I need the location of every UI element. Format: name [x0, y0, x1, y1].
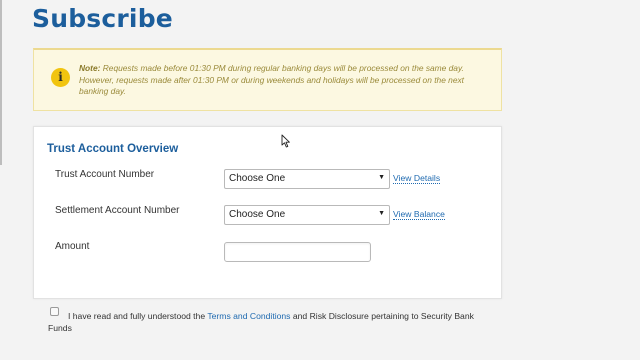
chevron-down-icon: ▼ [378, 210, 385, 217]
settlement-account-label: Settlement Account Number [55, 205, 180, 216]
page-title: Subscribe [32, 4, 173, 33]
notice-note-label: Note: [79, 63, 101, 73]
trust-account-overview-card: Trust Account Overview Trust Account Num… [33, 126, 502, 299]
settlement-account-selected: Choose One [229, 209, 286, 220]
mouse-pointer-icon [281, 134, 290, 148]
notice-message: Requests made before 01:30 PM during reg… [79, 63, 465, 96]
section-title: Trust Account Overview [47, 143, 179, 155]
chevron-down-icon: ▼ [378, 174, 385, 181]
notice-banner: i Note: Requests made before 01:30 PM du… [33, 48, 502, 111]
amount-label: Amount [55, 241, 90, 252]
settlement-account-select[interactable]: Choose One ▼ [224, 205, 390, 225]
agreement-suffix: and Risk Disclosure pertaining to Securi… [292, 311, 474, 321]
amount-input[interactable] [224, 242, 371, 262]
left-divider [0, 0, 2, 165]
trust-account-selected: Choose One [229, 173, 286, 184]
info-icon: i [51, 68, 70, 87]
subscribe-page: Subscribe i Note: Requests made before 0… [0, 0, 640, 360]
terms-and-conditions-link[interactable]: Terms and Conditions [207, 311, 290, 321]
view-balance-link[interactable]: View Balance [393, 209, 445, 220]
agreement-checkbox[interactable] [50, 307, 59, 316]
agreement-line-2: Funds [48, 323, 72, 333]
notice-text: Note: Requests made before 01:30 PM duri… [79, 63, 484, 98]
trust-account-select[interactable]: Choose One ▼ [224, 169, 390, 189]
agreement-line-1: I have read and fully understood the Ter… [68, 310, 474, 322]
view-details-link[interactable]: View Details [393, 173, 441, 184]
trust-account-label: Trust Account Number [55, 169, 155, 180]
agreement-prefix: I have read and fully understood the [68, 311, 206, 321]
